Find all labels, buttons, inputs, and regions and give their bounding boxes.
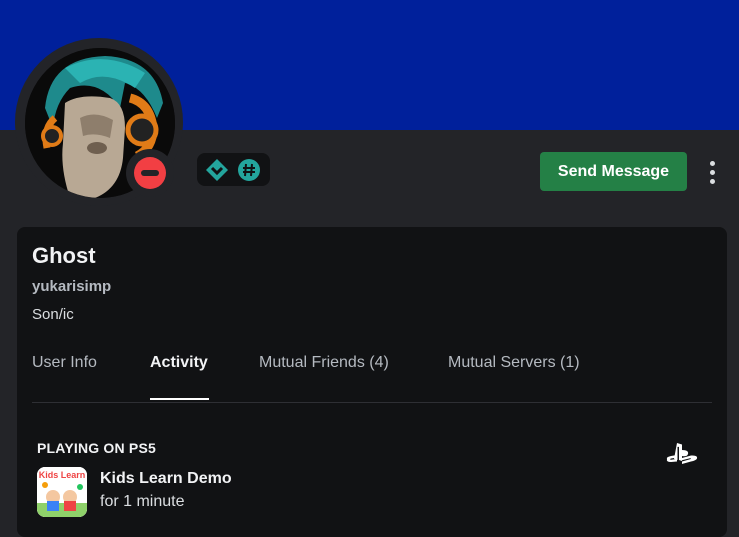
vertical-ellipsis-icon[interactable] [702, 156, 722, 188]
game-icon-logo-text: Kids Learn [39, 470, 86, 480]
username[interactable]: yukarisimp [32, 278, 111, 295]
send-message-button[interactable]: Send Message [540, 152, 687, 191]
playstation-icon [666, 443, 698, 464]
profile-card: Ghost yukarisimp Son/ic User Info Activi… [17, 227, 727, 537]
tabs-divider [32, 402, 712, 403]
game-icon: Kids Learn [37, 467, 87, 517]
pronouns: Son/ic [32, 306, 74, 323]
tab-mutual-friends[interactable]: Mutual Friends (4) [259, 354, 389, 372]
active-tab-indicator [150, 398, 209, 400]
hashtag-badge-icon[interactable] [236, 157, 262, 183]
do-not-disturb-status-icon [134, 157, 166, 189]
dot [709, 160, 715, 166]
dot [709, 178, 715, 184]
tab-user-info[interactable]: User Info [32, 354, 97, 372]
profile-tabs: User Info Activity Mutual Friends (4) Mu… [32, 354, 712, 402]
game-title: Kids Learn Demo [100, 470, 232, 487]
hypesquad-balance-icon[interactable] [204, 157, 230, 183]
dot [709, 169, 715, 175]
game-duration: for 1 minute [100, 493, 185, 510]
tab-activity[interactable]: Activity [150, 354, 208, 372]
display-name: Ghost [32, 243, 96, 268]
tab-mutual-servers[interactable]: Mutual Servers (1) [448, 354, 580, 372]
activity-header: PLAYING ON PS5 [37, 440, 156, 456]
badge-list [197, 153, 270, 186]
